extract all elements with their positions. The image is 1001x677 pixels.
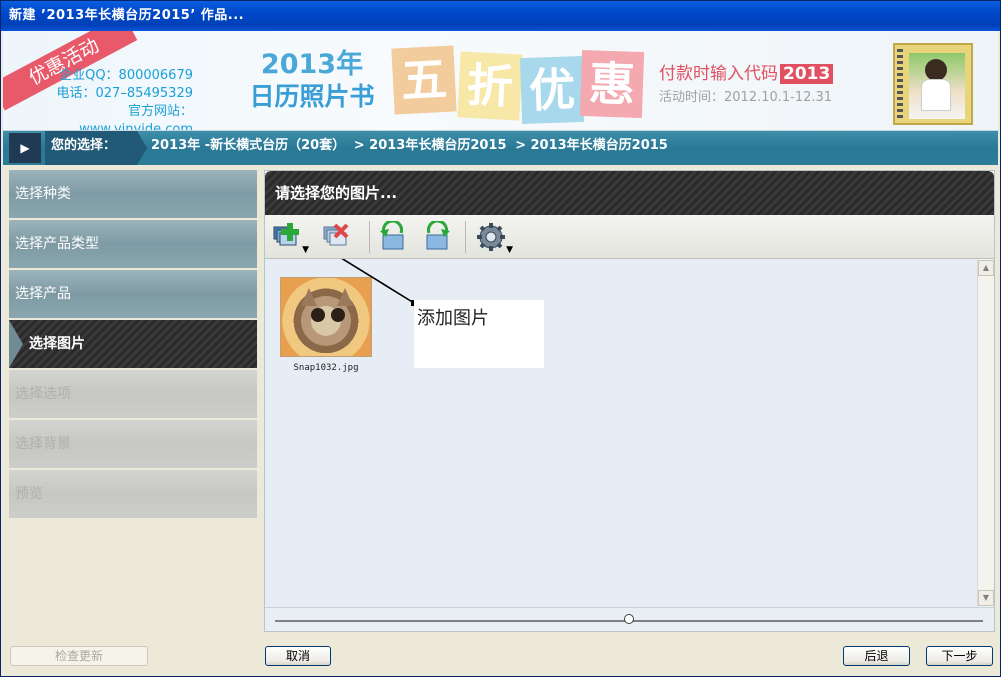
delete-image-button[interactable] xyxy=(321,221,353,253)
add-image-icon xyxy=(273,223,299,246)
zoom-slider[interactable] xyxy=(265,607,994,631)
vertical-scrollbar[interactable]: ▲ ▼ xyxy=(977,259,994,607)
cancel-button[interactable]: 取消 xyxy=(265,646,331,666)
promo-code-label: 付款时输入代码 xyxy=(659,64,778,84)
contact-qq: 企业QQ：800006679 xyxy=(59,68,193,83)
step-sidebar: 选择种类 选择产品类型 选择产品 选择图片 选择选项 选择背景 预览 xyxy=(9,170,257,520)
promo-subtitle: 日历照片书 xyxy=(249,82,375,111)
promo-tile: 折 xyxy=(457,51,523,121)
breadcrumb-path: 2013年 -新长横式台历（20套） > 2013年长横台历2015 > 201… xyxy=(151,131,672,161)
image-thumbnail[interactable] xyxy=(280,277,372,357)
rotate-left-button[interactable] xyxy=(377,221,409,253)
sidebar-item-preview: 预览 xyxy=(9,470,257,518)
toolbar-separator xyxy=(369,221,370,253)
check-update-button: 检查更新 xyxy=(10,646,148,666)
chevron-down-icon: ▼ xyxy=(506,245,513,255)
promo-banner: 优惠活动 企业QQ：800006679 电话：027–85495329 官方网站… xyxy=(3,31,998,131)
app-window: 新建 ’2013年长横台历2015’ 作品... 优惠活动 企业QQ：80000… xyxy=(0,0,1001,677)
rotate-right-icon xyxy=(426,221,450,250)
breadcrumb: ▶ 您的选择： 2013年 -新长横式台历（20套） > 2013年长横台历20… xyxy=(3,131,998,165)
image-list: Snap1032.jpg 添加图片 xyxy=(265,259,978,607)
back-button[interactable]: 后退 xyxy=(843,646,910,666)
window-title: 新建 ’2013年长横台历2015’ 作品... xyxy=(1,1,1000,31)
sidebar-item-category[interactable]: 选择种类 xyxy=(9,170,257,218)
contact-phone: 电话：027–85495329 xyxy=(56,86,193,101)
promo-tile: 优 xyxy=(519,55,585,125)
add-image-tooltip: 添加图片 xyxy=(414,300,544,368)
settings-button[interactable]: ▼ xyxy=(475,221,513,255)
scroll-down-icon[interactable]: ▼ xyxy=(978,590,994,606)
promo-tile: 五 xyxy=(391,45,457,115)
play-icon: ▶ xyxy=(9,133,41,163)
calendar-book-image xyxy=(893,43,973,125)
sidebar-item-options: 选择选项 xyxy=(9,370,257,418)
sidebar-item-product-type[interactable]: 选择产品类型 xyxy=(9,220,257,268)
rotate-right-button[interactable] xyxy=(421,221,453,253)
sidebar-item-images[interactable]: 选择图片 xyxy=(9,320,257,368)
image-filename: Snap1032.jpg xyxy=(293,363,359,373)
promo-year: 2013年 xyxy=(260,49,364,80)
breadcrumb-item: > 2013年长横台历2015 xyxy=(515,138,668,153)
image-panel: 请选择您的图片... ▼ ▼ Snap1032.jpg 添加图片 ▲ ▼ xyxy=(264,170,995,632)
panel-title: 请选择您的图片... xyxy=(265,171,994,215)
promo-tile: 惠 xyxy=(579,49,645,119)
add-image-button[interactable]: ▼ xyxy=(271,221,309,255)
contact-site: 官方网站：www.yinyide.com xyxy=(79,104,193,131)
slider-knob[interactable] xyxy=(624,614,634,624)
sidebar-item-product[interactable]: 选择产品 xyxy=(9,270,257,318)
breadcrumb-label: 您的选择： xyxy=(45,131,147,165)
breadcrumb-item: 2013年 -新长横式台历（20套） xyxy=(151,138,346,153)
delete-image-icon xyxy=(323,223,349,246)
gear-icon xyxy=(477,223,505,251)
scroll-up-icon[interactable]: ▲ xyxy=(978,260,994,276)
contact-info: 企业QQ：800006679 电话：027–85495329 官方网站：www.… xyxy=(17,67,193,131)
chevron-down-icon: ▼ xyxy=(302,245,309,255)
image-toolbar: ▼ ▼ xyxy=(265,215,994,259)
promo-date: 活动时间：2012.10.1-12.31 xyxy=(659,90,833,105)
rotate-left-icon xyxy=(380,221,404,250)
promo-code-value: 2013 xyxy=(780,64,834,84)
breadcrumb-item: > 2013年长横台历2015 xyxy=(353,138,507,153)
next-button[interactable]: 下一步 xyxy=(926,646,993,666)
promo-code: 付款时输入代码 2013 xyxy=(659,63,834,85)
sidebar-item-background: 选择背景 xyxy=(9,420,257,468)
toolbar-separator xyxy=(465,221,466,253)
